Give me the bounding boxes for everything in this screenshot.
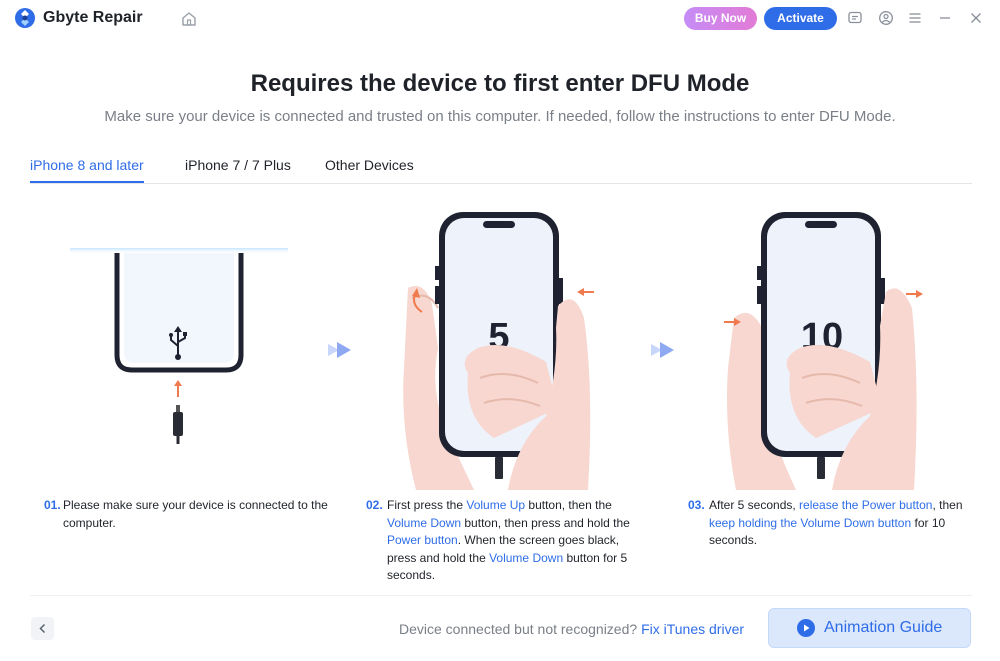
fix-itunes-driver-link[interactable]: Fix iTunes driver — [641, 621, 744, 637]
play-icon — [797, 619, 815, 637]
power-button-highlight: Power button — [387, 533, 458, 548]
step-3-text-part: , then — [932, 498, 963, 512]
tab-other-devices[interactable]: Other Devices — [325, 157, 414, 173]
step-2-text-part: button, then the — [525, 498, 612, 512]
step-2-number: 02. — [366, 498, 383, 512]
feedback-icon[interactable] — [847, 10, 863, 26]
volume-up-highlight: Volume Up — [466, 498, 526, 512]
hold-volume-down-highlight: keep holding the Volume Down button — [709, 515, 912, 530]
minimize-icon[interactable] — [937, 10, 953, 26]
release-power-highlight: release the Power button — [799, 498, 933, 512]
help-text: Device connected but not recognized? Fix… — [399, 621, 744, 637]
step-3-text-part: After 5 seconds, — [709, 498, 800, 512]
step-1-number: 01. — [44, 498, 61, 512]
buy-now-button[interactable]: Buy Now — [684, 7, 757, 30]
next-step-arrow-icon — [651, 342, 674, 358]
app-name: Gbyte Repair — [43, 9, 143, 26]
footer-divider — [30, 595, 972, 596]
page-title: Requires the device to first enter DFU M… — [250, 70, 750, 97]
title-bar: Gbyte Repair Buy Now Activate — [0, 0, 1000, 38]
tab-iphone-7[interactable]: iPhone 7 / 7 Plus — [185, 157, 291, 173]
tab-iphone-8-and-later[interactable]: iPhone 8 and later — [30, 157, 144, 173]
volume-down-highlight: Volume Down — [489, 550, 564, 565]
close-icon[interactable] — [968, 10, 984, 26]
account-icon[interactable] — [878, 10, 894, 26]
step-2-text-part: First press the — [387, 498, 467, 512]
home-icon[interactable] — [180, 10, 198, 28]
step-2-text: First press the Volume Up button, then t… — [387, 497, 637, 585]
active-tab-indicator — [30, 181, 144, 183]
step-1-text: Please make sure your device is connecte… — [63, 497, 333, 532]
step-2-text-part: button, then press and hold the — [461, 515, 630, 530]
menu-icon[interactable] — [907, 10, 923, 26]
next-step-arrow-icon — [328, 342, 351, 358]
device-tabs: iPhone 8 and later iPhone 7 / 7 Plus Oth… — [30, 148, 972, 184]
help-question: Device connected but not recognized? — [399, 621, 638, 637]
step-3-illustration: 10 — [724, 212, 923, 490]
volume-down-highlight: Volume Down — [387, 515, 462, 530]
step-3-text: After 5 seconds, release the Power butto… — [709, 497, 971, 550]
animation-guide-button[interactable]: Animation Guide — [768, 608, 971, 648]
step-3-number: 03. — [688, 498, 705, 512]
step-1-illustration — [70, 248, 288, 444]
app-logo-icon — [15, 8, 35, 28]
activate-button[interactable]: Activate — [764, 7, 837, 30]
animation-guide-label: Animation Guide — [824, 619, 943, 636]
chevron-left-icon — [39, 623, 46, 634]
page-subtitle: Make sure your device is connected and t… — [104, 108, 896, 125]
back-button[interactable] — [31, 617, 54, 640]
step-2-illustration: 5 — [403, 212, 594, 490]
step-1-text-part: Please make sure your device is connecte… — [63, 498, 328, 530]
